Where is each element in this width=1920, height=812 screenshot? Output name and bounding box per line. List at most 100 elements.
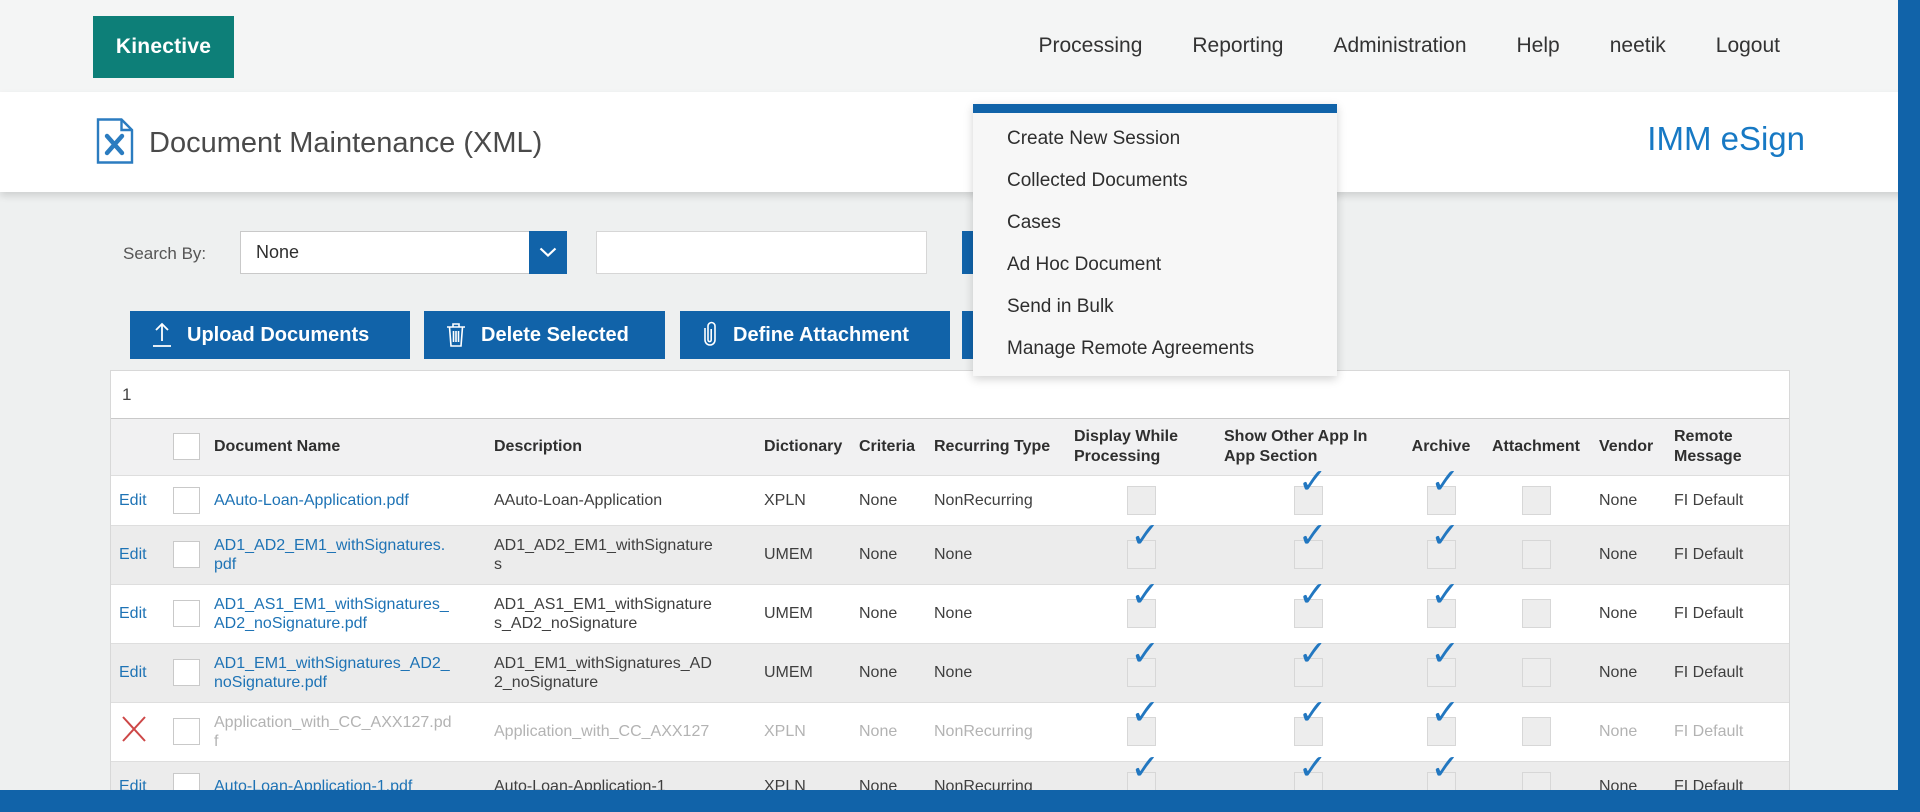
show_other_app-checkbox-checked[interactable]: ✓: [1294, 658, 1323, 687]
cell-recurring_type: NonRecurring: [926, 475, 1066, 525]
cell-criteria: None: [851, 643, 926, 702]
col-header-select: [166, 419, 206, 475]
vertical-scrollbar[interactable]: [1898, 0, 1920, 812]
edit-link[interactable]: Edit: [119, 664, 147, 681]
row-select-checkbox[interactable]: [173, 659, 200, 686]
cell-dictionary: UMEM: [756, 643, 851, 702]
cell-recurring_type: None: [926, 525, 1066, 584]
check-mark-icon: ✓: [1298, 586, 1327, 605]
horizontal-scrollbar[interactable]: [0, 790, 1920, 812]
cell-dictionary: XPLN: [756, 702, 851, 761]
archive-checkbox-checked[interactable]: ✓: [1427, 717, 1456, 746]
document-name-link[interactable]: AD1_AS1_EM1_withSignatures_AD2_noSignatu…: [214, 596, 449, 632]
attachment-checkbox-unchecked[interactable]: [1522, 658, 1551, 687]
nav-item-reporting[interactable]: Reporting: [1192, 34, 1283, 58]
product-name: IMM eSign: [1647, 120, 1805, 158]
cell-remote_message: FI Default: [1666, 702, 1790, 761]
display_while_processing-checkbox-checked[interactable]: ✓: [1127, 717, 1156, 746]
edit-link[interactable]: Edit: [119, 605, 147, 622]
row-select-checkbox[interactable]: [173, 600, 200, 627]
row-select-checkbox[interactable]: [173, 487, 200, 514]
cell-description: Application_with_CC_AXX127: [486, 702, 756, 761]
menu-item-send-in-bulk[interactable]: Send in Bulk: [973, 286, 1337, 328]
red-x-icon[interactable]: [119, 714, 149, 749]
archive-checkbox-checked[interactable]: ✓: [1427, 658, 1456, 687]
cell-vendor: None: [1591, 584, 1666, 643]
show_other_app-checkbox-checked[interactable]: ✓: [1294, 717, 1323, 746]
trash-icon: [444, 321, 468, 349]
page-number[interactable]: 1: [122, 385, 131, 404]
archive-checkbox-checked[interactable]: ✓: [1427, 540, 1456, 569]
col-header-name: Document Name: [206, 419, 486, 475]
document-name-link[interactable]: AD1_AD2_EM1_withSignatures.pdf: [214, 537, 445, 573]
cell-document-name: AD1_EM1_withSignatures_AD2_noSignature.p…: [206, 643, 486, 702]
cell-attachment: [1481, 525, 1591, 584]
check-mark-icon: ✓: [1431, 473, 1460, 492]
check-mark-icon: ✓: [1431, 759, 1460, 778]
select-all-checkbox[interactable]: [173, 433, 200, 460]
col-header-edit: [111, 419, 166, 475]
archive-checkbox-checked[interactable]: ✓: [1427, 599, 1456, 628]
attachment-checkbox-unchecked[interactable]: [1522, 599, 1551, 628]
top-bar: Kinective Processing Reporting Administrat…: [0, 0, 1920, 92]
nav-item-processing[interactable]: Processing: [1039, 34, 1143, 58]
search-by-selected-value: None: [256, 232, 299, 273]
cell-recurring_type: NonRecurring: [926, 702, 1066, 761]
table-row: Edit AD1_AS1_EM1_withSignatures_AD2_noSig…: [111, 584, 1790, 643]
kinective-logo[interactable]: Kinective: [93, 16, 234, 78]
cell-select: [166, 702, 206, 761]
show_other_app-checkbox-checked[interactable]: ✓: [1294, 486, 1323, 515]
archive-checkbox-checked[interactable]: ✓: [1427, 486, 1456, 515]
document-name-link[interactable]: Application_with_CC_AXX127.pdf: [214, 714, 451, 750]
cell-attachment: [1481, 584, 1591, 643]
delete-selected-button[interactable]: Delete Selected: [424, 311, 665, 359]
display_while_processing-checkbox-checked[interactable]: ✓: [1127, 599, 1156, 628]
menu-item-cases[interactable]: Cases: [973, 202, 1337, 244]
row-select-checkbox[interactable]: [173, 718, 200, 745]
col-header-dictionary: Dictionary: [756, 419, 851, 475]
menu-item-collected-documents[interactable]: Collected Documents: [973, 160, 1337, 202]
document-name-link[interactable]: AAuto-Loan-Application.pdf: [214, 492, 409, 509]
nav-item-neetik[interactable]: neetik: [1610, 34, 1666, 58]
document-name-link[interactable]: AD1_EM1_withSignatures_AD2_noSignature.p…: [214, 655, 450, 691]
upload-documents-button[interactable]: Upload Documents: [130, 311, 410, 359]
display_while_processing-checkbox-checked[interactable]: ✓: [1127, 540, 1156, 569]
show_other_app-checkbox-checked[interactable]: ✓: [1294, 540, 1323, 569]
row-select-checkbox[interactable]: [173, 541, 200, 568]
define-attachment-button[interactable]: Define Attachment: [680, 311, 950, 359]
cell-dictionary: UMEM: [756, 584, 851, 643]
table-header-row: Document NameDescriptionDictionaryCriter…: [111, 419, 1790, 475]
edit-link[interactable]: Edit: [119, 546, 147, 563]
cell-description: AAuto-Loan-Application: [486, 475, 756, 525]
cell-attachment: [1481, 643, 1591, 702]
cell-attachment: [1481, 475, 1591, 525]
show_other_app-checkbox-checked[interactable]: ✓: [1294, 599, 1323, 628]
attachment-checkbox-unchecked[interactable]: [1522, 717, 1551, 746]
display_while_processing-checkbox-unchecked[interactable]: [1127, 486, 1156, 515]
paperclip-icon: [700, 320, 720, 350]
search-input[interactable]: [596, 231, 927, 274]
cell-recurring_type: None: [926, 584, 1066, 643]
menu-item-manage-remote-agreements[interactable]: Manage Remote Agreements: [973, 328, 1337, 370]
cell-attachment: [1481, 702, 1591, 761]
menu-item-create-new-session[interactable]: Create New Session: [973, 118, 1337, 160]
search-by-select[interactable]: None: [240, 231, 567, 274]
col-header-vendor: Vendor: [1591, 419, 1666, 475]
attachment-checkbox-unchecked[interactable]: [1522, 540, 1551, 569]
nav-item-help[interactable]: Help: [1517, 34, 1560, 58]
cell-criteria: None: [851, 584, 926, 643]
nav-item-administration[interactable]: Administration: [1333, 34, 1466, 58]
attachment-checkbox-unchecked[interactable]: [1522, 486, 1551, 515]
documents-table: Document NameDescriptionDictionaryCriter…: [111, 419, 1790, 811]
menu-item-ad-hoc-document[interactable]: Ad Hoc Document: [973, 244, 1337, 286]
col-header-attachment: Attachment: [1481, 419, 1591, 475]
edit-link[interactable]: Edit: [119, 492, 147, 509]
cell-document-name: Application_with_CC_AXX127.pdf: [206, 702, 486, 761]
check-mark-icon: ✓: [1131, 527, 1160, 546]
logo-text: Kinective: [116, 35, 211, 59]
nav-item-logout[interactable]: Logout: [1716, 34, 1780, 58]
display_while_processing-checkbox-checked[interactable]: ✓: [1127, 658, 1156, 687]
cell-description: AD1_AS1_EM1_withSignatures_AD2_noSignatu…: [486, 584, 756, 643]
col-header-criteria: Criteria: [851, 419, 926, 475]
check-mark-icon: ✓: [1431, 645, 1460, 664]
